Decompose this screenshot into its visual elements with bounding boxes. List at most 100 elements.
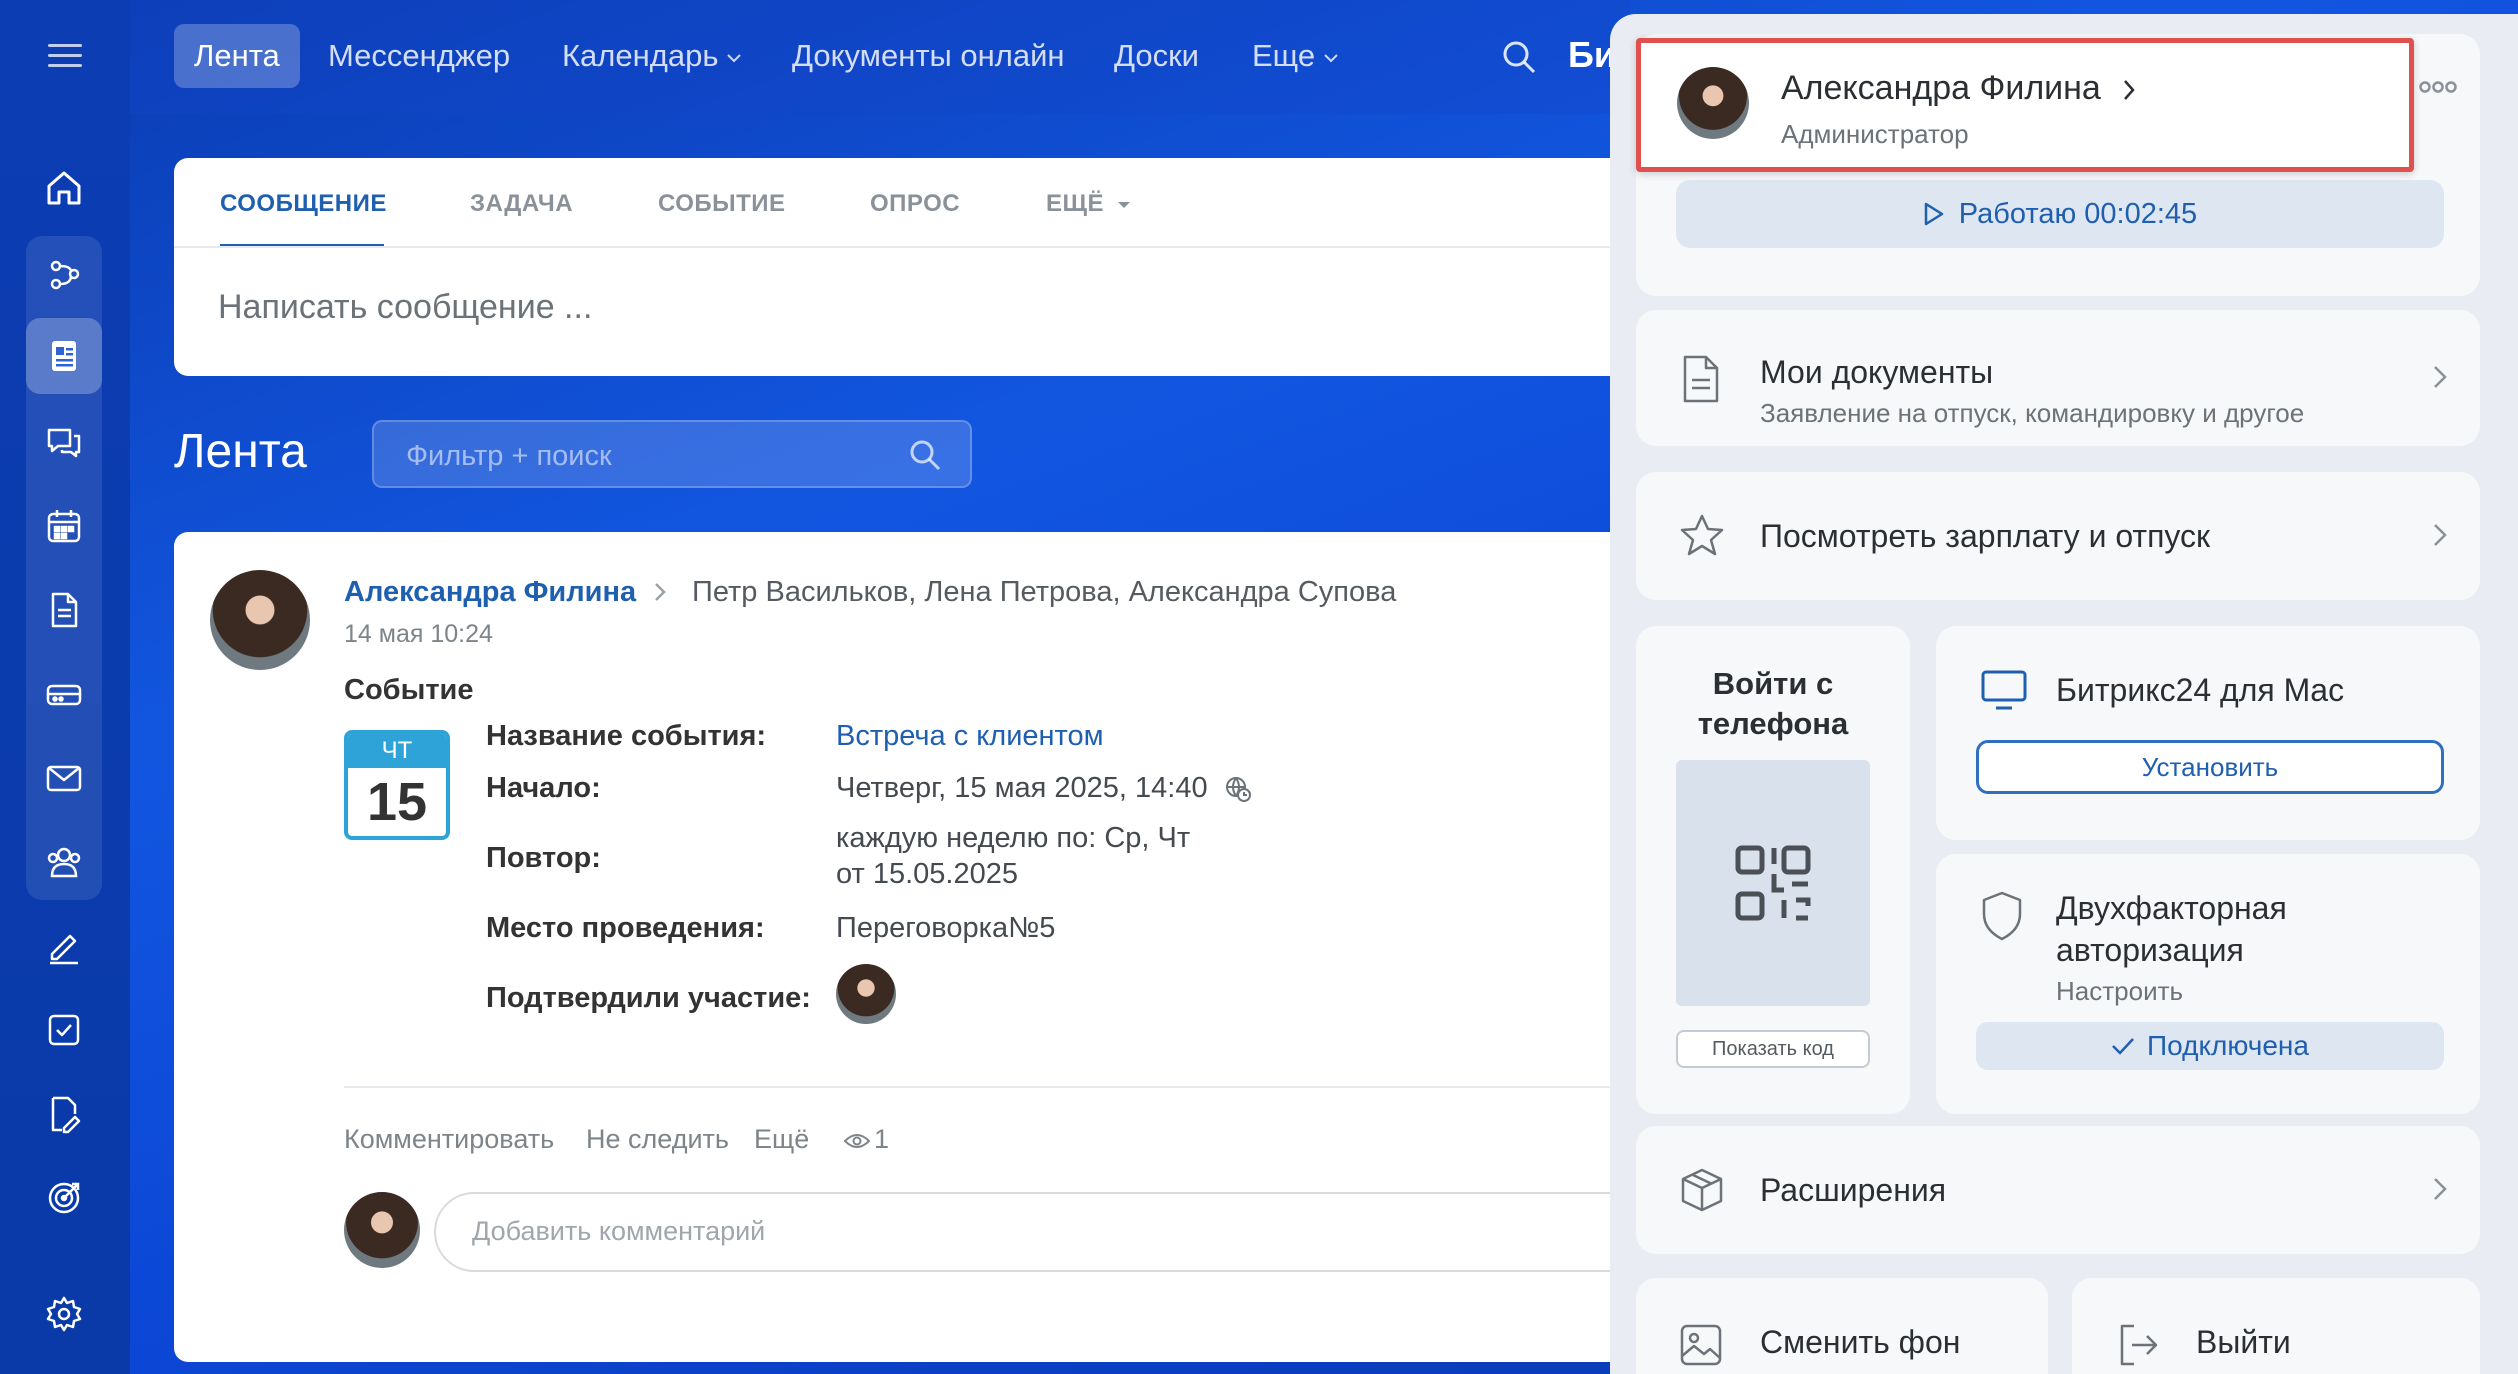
message-input[interactable]: Написать сообщение ...	[218, 288, 592, 327]
edit-doc-icon[interactable]	[40, 1090, 88, 1138]
comment-button[interactable]: Комментировать	[344, 1124, 554, 1155]
chevron-right-icon	[2432, 1176, 2448, 1202]
salary-card[interactable]: Посмотреть зарплату и отпуск	[1636, 472, 2480, 600]
event-start-text: Четверг, 15 мая 2025, 14:40	[836, 772, 1208, 804]
topnav-messenger[interactable]: Мессенджер	[328, 24, 510, 88]
filter-search-input[interactable]: Фильтр + поиск	[372, 420, 972, 488]
event-weekday: ЧТ	[348, 734, 446, 768]
chevron-right-icon	[2124, 80, 2135, 100]
search-icon[interactable]	[1500, 38, 1538, 76]
divider	[344, 1086, 1674, 1088]
image-icon	[1678, 1322, 1724, 1368]
phone-login-line2: телефона	[1697, 706, 1849, 741]
workflow-icon[interactable]	[40, 250, 88, 298]
two-factor-card: Двухфакторная авторизация Настроить	[1936, 854, 2480, 1114]
left-sidebar	[0, 0, 130, 1374]
calendar-icon[interactable]	[40, 502, 88, 550]
event-repeat-label: Повтор:	[486, 842, 601, 874]
drive-icon[interactable]	[40, 670, 88, 718]
two-factor-line2: авторизация	[2056, 932, 2244, 968]
event-confirmed-label: Подтвердили участие:	[486, 982, 811, 1014]
topnav-more[interactable]: Еще	[1252, 24, 1339, 88]
tab-event[interactable]: СОБЫТИЕ	[658, 190, 786, 218]
unfollow-button[interactable]: Не следить	[586, 1124, 729, 1155]
topnav-boards[interactable]: Доски	[1114, 24, 1199, 88]
feed-post: Александра Филина Петр Васильков, Лена П…	[174, 532, 1674, 1362]
tab-more-label: ЕЩЁ	[1046, 190, 1105, 217]
topnav-feed[interactable]: Лента	[174, 24, 300, 88]
event-repeat-from: от 15.05.2025	[836, 858, 1018, 890]
phone-login-line1: Войти с	[1712, 666, 1834, 701]
home-icon[interactable]	[40, 164, 88, 212]
chevron-down-icon	[726, 53, 742, 63]
menu-icon[interactable]	[48, 42, 82, 70]
show-code-button[interactable]: Показать код	[1676, 1030, 1870, 1068]
top-navigation: Лента Мессенджер Календарь Документы онл…	[130, 0, 1630, 114]
two-factor-status-button[interactable]: Подключена	[1976, 1022, 2444, 1070]
two-factor-line1: Двухфакторная	[2056, 890, 2287, 926]
sign-icon[interactable]	[40, 922, 88, 970]
post-recipients[interactable]: Петр Васильков, Лена Петрова, Александра…	[692, 576, 1396, 609]
event-date-badge: ЧТ 15	[344, 730, 450, 840]
mac-app-card: Битрикс24 для Mac	[1936, 626, 2480, 840]
chevron-down-icon	[1323, 53, 1339, 63]
chevron-right-icon	[652, 580, 668, 604]
event-start-value: Четверг, 15 мая 2025, 14:40	[836, 772, 1252, 805]
post-author[interactable]: Александра Филина	[344, 576, 636, 609]
install-button[interactable]: Установить	[1976, 740, 2444, 794]
filter-placeholder: Фильтр + поиск	[406, 440, 612, 472]
comment-input[interactable]: Добавить комментарий	[434, 1192, 1674, 1272]
mac-app-title: Битрикс24 для Mac	[2056, 672, 2345, 708]
chevron-right-icon	[2432, 364, 2448, 390]
tab-task[interactable]: ЗАДАЧА	[470, 190, 573, 218]
chat-icon[interactable]	[40, 418, 88, 466]
post-time[interactable]: 14 мая 10:24	[344, 620, 493, 649]
target-icon[interactable]	[40, 1174, 88, 1222]
views-counter[interactable]: 1	[844, 1124, 889, 1155]
timezone-icon	[1225, 777, 1251, 803]
event-name-link[interactable]: Встреча с клиентом	[836, 720, 1104, 753]
tab-more[interactable]: ЕЩЁ	[1046, 190, 1131, 218]
settings-icon[interactable]	[40, 1290, 88, 1338]
caret-down-icon	[1118, 201, 1131, 208]
work-day-button[interactable]: Работаю 00:02:45	[1676, 180, 2444, 248]
search-icon[interactable]	[908, 438, 942, 472]
more-icon[interactable]	[2418, 80, 2458, 94]
event-day: 15	[366, 772, 428, 832]
comment-placeholder: Добавить комментарий	[472, 1216, 766, 1246]
topnav-more-label: Еще	[1252, 38, 1316, 73]
documents-card[interactable]: Мои документы Заявление на отпуск, коман…	[1636, 310, 2480, 446]
tasks-icon[interactable]	[40, 1006, 88, 1054]
team-icon[interactable]	[40, 838, 88, 886]
author-avatar[interactable]	[210, 570, 310, 670]
topnav-calendar[interactable]: Календарь	[562, 24, 742, 88]
profile-header[interactable]: Александра Филина Администратор	[1636, 38, 2414, 172]
qr-code-placeholder	[1676, 760, 1870, 1006]
qr-icon	[1735, 845, 1811, 921]
shield-icon	[1980, 890, 2024, 942]
documents-title: Мои документы	[1760, 354, 1994, 390]
feed-icon[interactable]	[26, 318, 102, 394]
participant-avatar[interactable]	[836, 964, 896, 1024]
post-more-button[interactable]: Ещё	[754, 1124, 809, 1155]
document-icon[interactable]	[40, 586, 88, 634]
logout-card[interactable]: Выйти	[2072, 1278, 2480, 1374]
change-background-card[interactable]: Сменить фон	[1636, 1278, 2048, 1374]
event-name-label: Название события:	[486, 720, 767, 752]
two-factor-setup-link[interactable]: Настроить	[2056, 976, 2183, 1007]
change-background-title: Сменить фон	[1760, 1324, 1961, 1360]
page-title: Лента	[174, 425, 307, 478]
topnav-documents[interactable]: Документы онлайн	[792, 24, 1065, 88]
event-place-value: Переговорка№5	[836, 912, 1056, 944]
check-icon	[2112, 1038, 2134, 1055]
work-day-label: Работаю 00:02:45	[1958, 197, 2198, 230]
eye-icon	[844, 1133, 870, 1148]
extensions-card[interactable]: Расширения	[1636, 1126, 2480, 1254]
tab-message[interactable]: СООБЩЕНИЕ	[220, 190, 387, 218]
logout-icon	[2116, 1322, 2162, 1368]
salary-title: Посмотреть зарплату и отпуск	[1760, 518, 2211, 554]
tab-poll[interactable]: ОПРОС	[870, 190, 960, 218]
profile-name-text: Александра Филина	[1781, 69, 2101, 107]
brand-logo: Би	[1568, 34, 1617, 75]
mail-icon[interactable]	[40, 754, 88, 802]
